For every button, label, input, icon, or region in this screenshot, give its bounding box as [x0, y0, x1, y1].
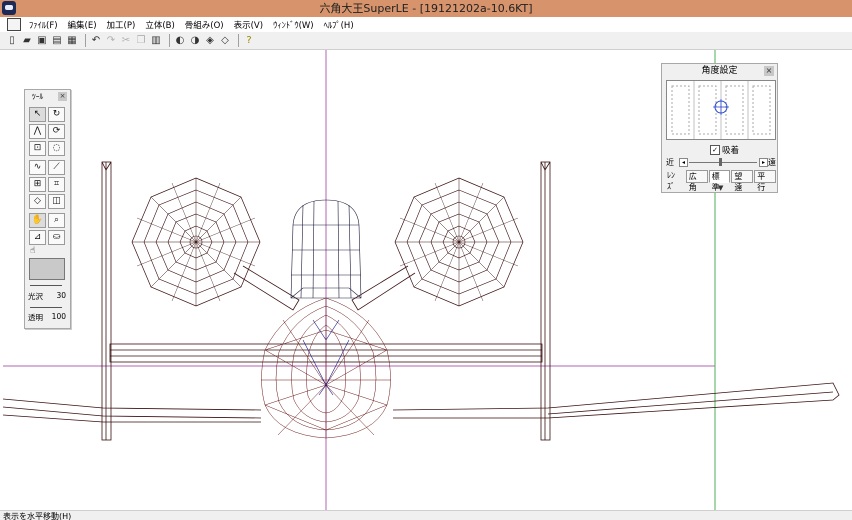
- tool-grid-bottom: ✋ ⌕ ⊿ ⛀: [29, 213, 65, 245]
- menu-view[interactable]: 表示(V): [229, 19, 268, 31]
- left-fin: [101, 161, 112, 441]
- menu-help[interactable]: ﾍﾙﾌﾟ(H): [319, 19, 359, 31]
- expand-arrow-icon[interactable]: ▼: [718, 184, 723, 192]
- vertex-edit-icon[interactable]: ⌗: [48, 177, 65, 192]
- app-icon[interactable]: [2, 1, 16, 15]
- menu-file[interactable]: ﾌｧｲﾙ(F): [24, 19, 63, 31]
- menu-skeleton[interactable]: 骨組み(O): [180, 19, 229, 31]
- select-arrow-icon[interactable]: ↖: [29, 107, 46, 122]
- tool-palette-title[interactable]: ﾂｰﾙ ×: [25, 90, 70, 104]
- slider-left-arrow-icon[interactable]: ◂: [679, 158, 688, 167]
- toolbar: ▯ ▰ ▣ ▤ ▦ ↶ ↷ ✂ ❐ ▥ ◐ ◑ ◈ ◇ ?: [0, 32, 852, 50]
- print-icon[interactable]: ▦: [66, 35, 78, 47]
- slider-right-arrow-icon[interactable]: ▸: [759, 158, 768, 167]
- eyedropper-icon[interactable]: ⊿: [29, 230, 46, 245]
- zoom-icon[interactable]: ⌕: [48, 213, 65, 228]
- box-tool-icon[interactable]: ◫: [48, 194, 65, 209]
- save-all-icon[interactable]: ▤: [51, 35, 63, 47]
- hand-pan-icon[interactable]: ✋: [29, 213, 46, 228]
- menu-process[interactable]: 加工(P): [102, 19, 141, 31]
- tool-grid-top: ↖ ↻ ⋀ ⟳ ⊡ ◌: [29, 107, 65, 156]
- far-label: 遠: [768, 158, 776, 167]
- tab-standard[interactable]: 標準: [708, 170, 731, 192]
- title-bar: 六角大王SuperLE - [19121202a-10.6KT]: [0, 0, 852, 17]
- lens-slider-track[interactable]: [689, 162, 757, 163]
- rotate-view-icon[interactable]: ⟳: [48, 124, 65, 139]
- menu-bar: ﾌｧｲﾙ(F) 編集(E) 加工(P) 立体(B) 骨組み(O) 表示(V) ｳ…: [0, 17, 852, 33]
- paint-bucket-icon[interactable]: ⛀: [48, 230, 65, 245]
- menu-window[interactable]: ｳｨﾝﾄﾞｳ(W): [268, 19, 319, 31]
- tab-wide[interactable]: 広角: [685, 170, 708, 192]
- angle-preview[interactable]: [666, 80, 776, 140]
- snap-checkbox[interactable]: ✓: [710, 145, 720, 155]
- view-3d-icon[interactable]: ◈: [204, 35, 216, 47]
- angle-panel-title[interactable]: 角度設定 ×: [662, 64, 777, 79]
- alpha-value: 100: [51, 312, 66, 321]
- tool-palette-close-button[interactable]: ×: [58, 92, 67, 101]
- undo-icon[interactable]: ↶: [90, 35, 102, 47]
- hand-indicator-icon: ☝: [30, 246, 36, 256]
- right-engine: [394, 177, 524, 307]
- extrude-icon[interactable]: ⊞: [29, 177, 46, 192]
- toolbar-separator: [85, 34, 86, 47]
- polyline-icon[interactable]: ∿: [29, 160, 46, 175]
- right-wing: [392, 382, 840, 419]
- scale-tool-icon[interactable]: ⊡: [29, 141, 46, 156]
- alpha-slider[interactable]: [30, 307, 62, 308]
- view-top-icon[interactable]: ◇: [219, 35, 231, 47]
- redo-icon[interactable]: ↷: [105, 35, 117, 47]
- cut-icon[interactable]: ✂: [120, 35, 132, 47]
- save-icon[interactable]: ▣: [36, 35, 48, 47]
- menu-solid[interactable]: 立体(B): [140, 19, 179, 31]
- left-wing: [2, 398, 262, 423]
- lens-tabs: ﾚﾝｽﾞ 広角 標準 望遠 平行: [665, 170, 777, 192]
- angle-preview-graphic: [671, 81, 771, 139]
- window-title: 六角大王SuperLE - [19121202a-10.6KT]: [319, 2, 533, 15]
- gloss-label: 光沢: [28, 292, 43, 301]
- lens-tab-label: ﾚﾝｽﾞ: [667, 171, 675, 191]
- lens-slider-thumb[interactable]: [719, 158, 722, 166]
- face-tool-icon[interactable]: ◇: [29, 194, 46, 209]
- toolbar-separator: [169, 34, 170, 47]
- knife-icon[interactable]: ⟋: [48, 160, 65, 175]
- menu-edit[interactable]: 編集(E): [63, 19, 102, 31]
- document-icon[interactable]: [7, 18, 21, 31]
- near-label: 近: [666, 158, 674, 167]
- tab-telephoto[interactable]: 望遠: [731, 170, 754, 192]
- paste-icon[interactable]: ▥: [150, 35, 162, 47]
- snap-label: 吸着: [722, 146, 740, 156]
- help-icon[interactable]: ?: [243, 35, 255, 47]
- color-swatch[interactable]: [29, 258, 65, 280]
- copy-icon[interactable]: ❐: [135, 35, 147, 47]
- lasso-icon[interactable]: ◌: [48, 141, 65, 156]
- new-file-icon[interactable]: ▯: [6, 35, 18, 47]
- open-file-icon[interactable]: ▰: [21, 35, 33, 47]
- snap-checkbox-row[interactable]: ✓ 吸着: [710, 144, 739, 156]
- tool-grid-middle: ∿ ⟋ ⊞ ⌗ ◇ ◫: [29, 160, 65, 209]
- alpha-label: 透明: [28, 313, 43, 322]
- angle-settings-panel: 角度設定 × ✓ 吸着 近 ◂ ▸ 遠 ﾚﾝｽﾞ 広角 標準 望遠 平行 ▼: [661, 63, 778, 193]
- gloss-slider[interactable]: [30, 285, 62, 286]
- edge-tool-icon[interactable]: ⋀: [29, 124, 46, 139]
- main-fuselage: [261, 297, 391, 439]
- gloss-value: 30: [56, 291, 66, 300]
- right-fin: [540, 161, 551, 441]
- view-front-icon[interactable]: ◐: [174, 35, 186, 47]
- angle-panel-close-button[interactable]: ×: [764, 66, 774, 76]
- tool-palette: ﾂｰﾙ × ↖ ↻ ⋀ ⟳ ⊡ ◌ ∿ ⟋ ⊞ ⌗ ◇ ◫ ✋ ⌕ ⊿ ⛀ ☝ …: [24, 89, 71, 329]
- rotate-icon[interactable]: ↻: [48, 107, 65, 122]
- view-side-icon[interactable]: ◑: [189, 35, 201, 47]
- left-engine: [131, 177, 261, 307]
- tab-parallel[interactable]: 平行: [754, 170, 776, 192]
- toolbar-separator: [238, 34, 239, 47]
- lens-slider-row: 近 ◂ ▸ 遠: [665, 157, 776, 167]
